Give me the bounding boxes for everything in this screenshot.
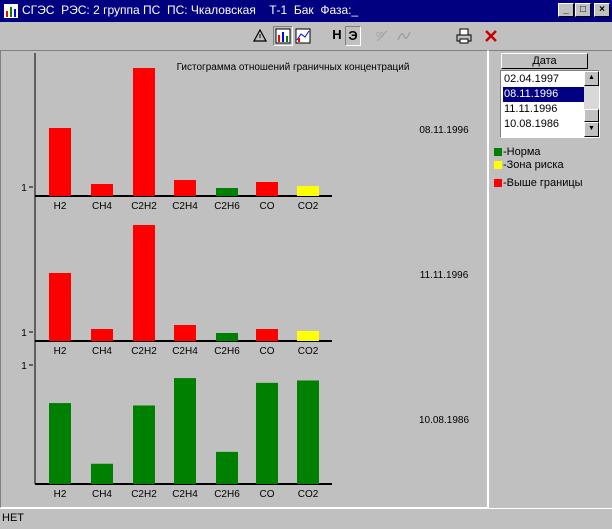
- bar: [91, 463, 113, 484]
- panel-date-label: 08.11.1996: [419, 125, 469, 136]
- scale-icon[interactable]: 05: [372, 26, 392, 46]
- legend-label: -Зона риска: [503, 159, 564, 171]
- scroll-down-icon[interactable]: ▼: [584, 122, 599, 137]
- bar: [216, 333, 238, 341]
- minimize-button[interactable]: _: [558, 3, 574, 17]
- x-tick-label: C2H2: [131, 346, 157, 357]
- x-tick-label: C2H4: [172, 346, 198, 357]
- print-icon[interactable]: [454, 26, 474, 46]
- side-panel: Дата 02.04.1997 08.11.1996 11.11.1996 10…: [488, 50, 612, 508]
- bar: [49, 128, 71, 196]
- bar: [256, 329, 278, 341]
- x-tick-label: H2: [54, 201, 67, 212]
- bar: [49, 403, 71, 484]
- e-mode-button[interactable]: Э: [345, 26, 361, 46]
- status-text: НЕТ: [2, 512, 24, 524]
- bar: [297, 380, 319, 484]
- bar: [174, 325, 196, 341]
- chart-icon[interactable]: [293, 26, 313, 46]
- histogram-icon[interactable]: [273, 26, 293, 46]
- bar: [216, 188, 238, 196]
- bar: [133, 225, 155, 341]
- x-tick-label: C2H2: [131, 201, 157, 212]
- x-tick-label: C2H6: [214, 489, 240, 500]
- date-listbox[interactable]: 02.04.1997 08.11.1996 11.11.1996 10.08.1…: [500, 70, 600, 138]
- date-list-item[interactable]: 10.08.1986: [503, 117, 584, 132]
- chart-title: Гистограмма отношений граничных концентр…: [177, 62, 410, 73]
- legend-label: -Выше границы: [503, 177, 583, 189]
- panel-date-label: 10.08.1986: [419, 415, 469, 426]
- bar: [297, 331, 319, 341]
- x-tick-label: CH4: [92, 489, 112, 500]
- legend-swatch: [494, 179, 502, 187]
- bar: [174, 378, 196, 484]
- status-bar: НЕТ: [0, 508, 612, 529]
- app-icon: [4, 4, 18, 18]
- bar: [91, 184, 113, 196]
- h-mode-button[interactable]: Н: [330, 26, 344, 46]
- bar: [174, 180, 196, 196]
- x-tick-label: CH4: [92, 346, 112, 357]
- x-tick-label: CO2: [298, 201, 319, 212]
- maximize-button[interactable]: □: [575, 3, 591, 17]
- x-tick-label: C2H4: [172, 201, 198, 212]
- panel-date-label: 11.11.1996: [420, 270, 469, 281]
- x-tick-label: C2H6: [214, 346, 240, 357]
- scroll-thumb[interactable]: [584, 109, 599, 122]
- y-tick-label: 1: [21, 183, 27, 194]
- x-tick-label: CO2: [298, 346, 319, 357]
- x-tick-label: CH4: [92, 201, 112, 212]
- bar: [256, 382, 278, 484]
- chart-panel: Гистограмма отношений граничных концентр…: [0, 50, 488, 508]
- date-column-header[interactable]: Дата: [501, 53, 588, 69]
- bar: [133, 405, 155, 484]
- date-list-scrollbar[interactable]: ▲ ▼: [584, 71, 599, 137]
- scroll-up-icon[interactable]: ▲: [584, 71, 599, 86]
- close-x-icon[interactable]: [481, 26, 501, 46]
- bar: [91, 329, 113, 341]
- bar: [297, 186, 319, 196]
- date-list-item[interactable]: 08.11.1996: [503, 87, 584, 102]
- x-tick-label: C2H4: [172, 489, 198, 500]
- triangle-icon[interactable]: [250, 26, 270, 46]
- x-tick-label: H2: [54, 489, 67, 500]
- y-tick-label: 1: [21, 361, 27, 372]
- x-tick-label: CO2: [298, 489, 319, 500]
- date-list-item[interactable]: 02.04.1997: [503, 72, 584, 87]
- legend-label: -Норма: [503, 146, 541, 158]
- x-tick-label: H2: [54, 346, 67, 357]
- y-tick-label: 1: [21, 328, 27, 339]
- bar: [256, 182, 278, 196]
- bar: [133, 68, 155, 196]
- toolbar: Н Э 05: [0, 22, 612, 50]
- bar: [49, 273, 71, 341]
- close-button[interactable]: ×: [594, 3, 610, 17]
- title-bar: СГЭС РЭС: 2 группа ПС ПС: Чкаловская Т-1…: [0, 0, 612, 22]
- x-tick-label: C2H6: [214, 201, 240, 212]
- histogram-chart: Гистограмма отношений граничных концентр…: [21, 53, 469, 500]
- x-tick-label: C2H2: [131, 489, 157, 500]
- legend-swatch: [494, 148, 502, 156]
- x-tick-label: CO: [260, 489, 275, 500]
- date-list-item[interactable]: 11.11.1996: [503, 102, 584, 117]
- window-title: СГЭС РЭС: 2 группа ПС ПС: Чкаловская Т-1…: [22, 3, 359, 17]
- wave-icon[interactable]: [394, 26, 414, 46]
- bar: [216, 451, 238, 484]
- x-tick-label: CO: [260, 346, 275, 357]
- x-tick-label: CO: [260, 201, 275, 212]
- legend-swatch: [494, 161, 502, 169]
